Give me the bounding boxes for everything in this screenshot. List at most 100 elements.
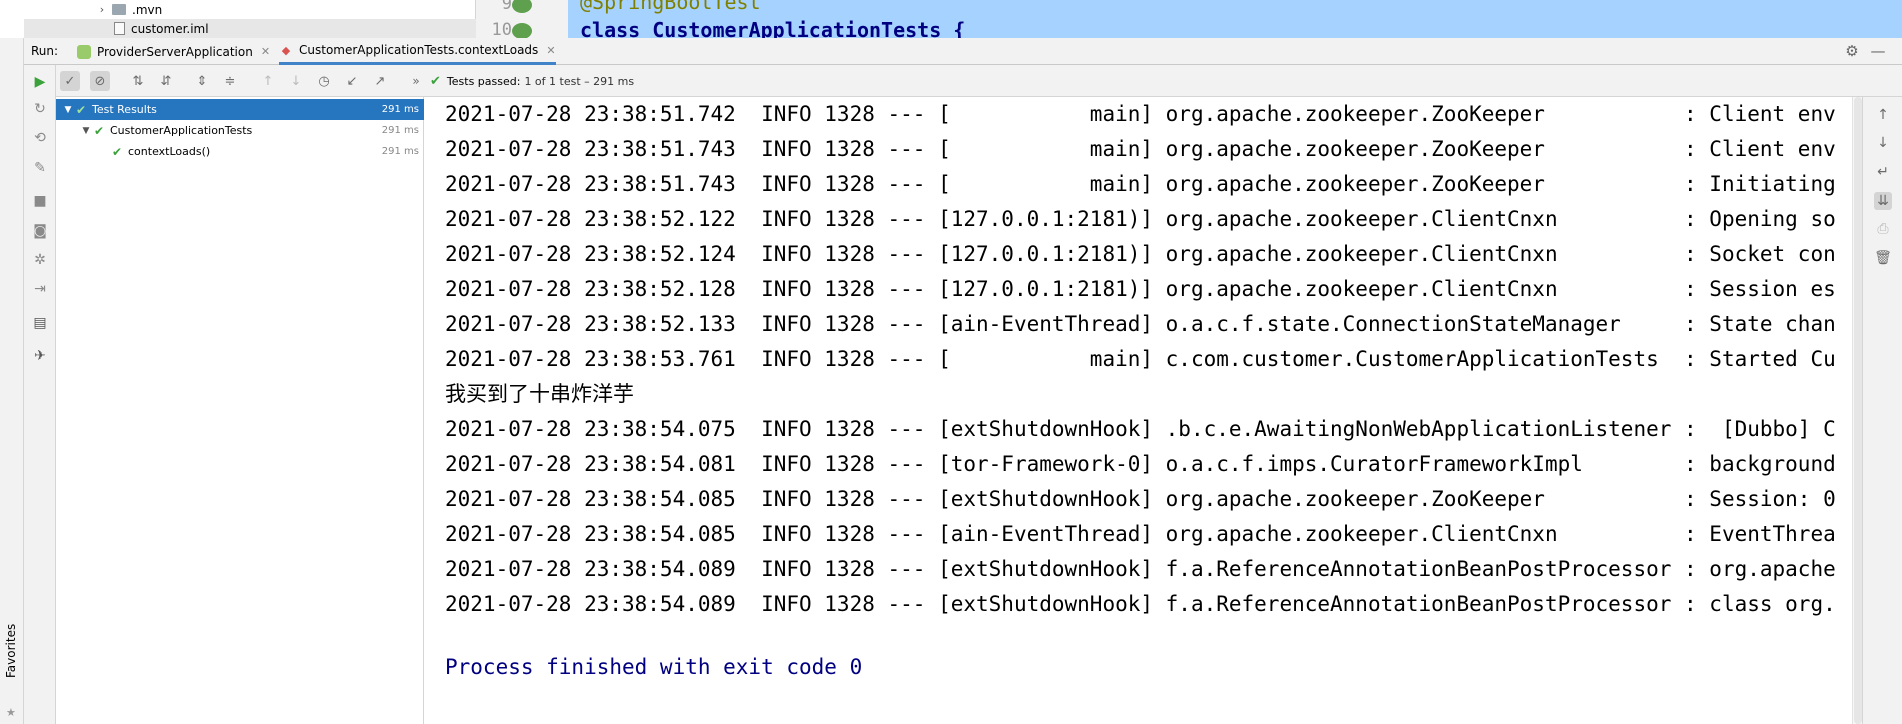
code-line: @SpringBootTest (580, 0, 761, 14)
console-line: 我买到了十串炸洋芋 (445, 382, 634, 406)
chevron-down-icon[interactable]: ▼ (80, 126, 92, 136)
test-label: contextLoads() (128, 145, 211, 158)
chevron-right-icon[interactable]: › (96, 3, 108, 16)
export-tests-icon[interactable]: ↗ (370, 71, 390, 91)
test-label: Test Results (92, 103, 157, 116)
import-tests-icon[interactable]: ↙ (342, 71, 362, 91)
code-editor[interactable]: 9 10 @SpringBootTest class CustomerAppli… (476, 0, 1902, 42)
toggle-auto-test-icon[interactable]: ⟲ (32, 130, 48, 146)
run-test-icon[interactable] (512, 23, 532, 39)
favorites-tab[interactable]: Favorites (4, 608, 18, 678)
test-duration: 291 ms (381, 125, 419, 136)
spring-bean-icon[interactable] (512, 0, 532, 13)
chevron-down-icon[interactable]: ▼ (62, 105, 74, 115)
test-status: ✔ Tests passed: 1 of 1 test – 291 ms (430, 74, 634, 89)
arrow-down-icon[interactable]: ↓ (1874, 134, 1892, 152)
console-line: 2021-07-28 23:38:54.085 INFO 1328 --- [e… (445, 487, 1836, 511)
test-label: CustomerApplicationTests (110, 124, 253, 137)
editor-code-area[interactable]: @SpringBootTest class CustomerApplicatio… (568, 0, 1902, 42)
wrench-icon[interactable]: ✎ (32, 160, 48, 176)
check-icon: ✔ (75, 102, 87, 117)
gear-icon[interactable]: ⚙ (1844, 42, 1860, 60)
tab-label: ProviderServerApplication (97, 44, 253, 59)
tab-customer-application-tests[interactable]: ◆ CustomerApplicationTests.contextLoads … (279, 38, 556, 65)
pin-icon[interactable]: ✈ (32, 348, 48, 364)
check-icon: ✔ (430, 74, 441, 89)
console-line: 2021-07-28 23:38:54.085 INFO 1328 --- [a… (445, 522, 1836, 546)
console-scrollbar[interactable] (1852, 97, 1862, 724)
console-line: 2021-07-28 23:38:52.122 INFO 1328 --- [1… (445, 207, 1836, 231)
console-line: 2021-07-28 23:38:54.075 INFO 1328 --- [e… (445, 417, 1836, 441)
arrow-up-icon[interactable]: ↑ (258, 71, 278, 91)
collapse-all-icon[interactable]: ≑ (220, 71, 240, 91)
line-number: 10 (491, 20, 512, 40)
gutter-line: 9 (476, 0, 568, 20)
camera-icon[interactable]: ◙ (32, 223, 48, 239)
run-label: Run: (31, 44, 59, 58)
sort-by-duration-icon[interactable]: ⇵ (156, 71, 176, 91)
show-ignored-icon[interactable]: ⊘ (90, 71, 110, 91)
run-tool-header: Run: ProviderServerApplication ✕ ◆ Custo… (24, 38, 1902, 65)
stop-icon[interactable]: ■ (32, 193, 48, 209)
test-tree-row-class[interactable]: ▼ ✔ CustomerApplicationTests 291 ms (56, 120, 424, 141)
console-line: 2021-07-28 23:38:54.081 INFO 1328 --- [t… (445, 452, 1836, 476)
history-icon[interactable]: ◷ (314, 71, 334, 91)
scrollbar-thumb[interactable] (1854, 97, 1862, 724)
console-output[interactable]: 2021-07-28 23:38:51.742 INFO 1328 --- [ … (425, 97, 1852, 724)
console-line: 2021-07-28 23:38:52.133 INFO 1328 --- [a… (445, 312, 1836, 336)
console-line: 2021-07-28 23:38:51.742 INFO 1328 --- [ … (445, 102, 1836, 126)
line-number: 9 (501, 0, 512, 14)
test-results-tree: ▼ ✔ Test Results 291 ms ▼ ✔ CustomerAppl… (56, 97, 424, 724)
tree-item-label: .mvn (132, 2, 163, 17)
left-tool-strip: Favorites ★ (0, 38, 24, 724)
project-tree: › .mvn customer.iml (24, 0, 476, 38)
layout-icon[interactable]: ▤ (32, 315, 48, 331)
sort-alphabetically-icon[interactable]: ⇅ (128, 71, 148, 91)
star-icon: ★ (6, 706, 16, 719)
test-tree-row-root[interactable]: ▼ ✔ Test Results 291 ms (56, 99, 424, 120)
console-line: 2021-07-28 23:38:51.743 INFO 1328 --- [ … (445, 137, 1836, 161)
tab-provider-server-application[interactable]: ProviderServerApplication ✕ (77, 38, 270, 65)
close-icon[interactable]: ✕ (261, 45, 270, 58)
arrow-up-icon[interactable]: ↑ (1874, 106, 1892, 124)
check-icon: ✔ (93, 123, 105, 138)
more-icon[interactable]: » (406, 71, 426, 91)
rerun-failed-icon[interactable]: ↻ (32, 101, 48, 117)
tree-item-iml[interactable]: customer.iml (24, 19, 476, 38)
console-action-bar: ↑ ↓ ↵ ⇊ ⎙ 🗑 (1862, 97, 1902, 724)
scroll-to-end-icon[interactable]: ⇊ (1874, 192, 1892, 210)
console-line: 2021-07-28 23:38:54.089 INFO 1328 --- [e… (445, 557, 1836, 581)
test-duration: 291 ms (381, 104, 419, 115)
junit-icon: ◆ (281, 43, 291, 57)
print-icon[interactable]: ⎙ (1874, 220, 1892, 238)
console-line: 2021-07-28 23:38:52.128 INFO 1328 --- [1… (445, 277, 1836, 301)
spring-boot-icon (77, 44, 91, 59)
close-icon[interactable]: ✕ (546, 44, 555, 57)
exit-message: Process finished with exit code 0 (445, 655, 863, 679)
test-duration: 291 ms (381, 146, 419, 157)
bug-icon[interactable]: ✲ (32, 252, 48, 268)
tree-item-mvn[interactable]: › .mvn (96, 0, 162, 19)
expand-all-icon[interactable]: ⇕ (192, 71, 212, 91)
folder-icon (112, 4, 126, 15)
file-icon (114, 22, 125, 35)
console-line: 2021-07-28 23:38:53.761 INFO 1328 --- [ … (445, 347, 1836, 371)
minimize-icon[interactable]: — (1870, 42, 1886, 60)
trash-icon[interactable]: 🗑 (1874, 249, 1892, 267)
show-passed-icon[interactable]: ✓ (60, 71, 80, 91)
test-tree-row-method[interactable]: ✔ contextLoads() 291 ms (56, 141, 424, 162)
arrow-down-icon[interactable]: ↓ (286, 71, 306, 91)
rerun-icon[interactable]: ▶ (32, 74, 48, 90)
top-strip: › .mvn customer.iml 9 10 @SpringBootTest… (0, 0, 1902, 42)
check-icon: ✔ (111, 144, 123, 159)
tree-item-label: customer.iml (131, 21, 209, 36)
status-passed-text: Tests passed: (446, 75, 521, 88)
soft-wrap-icon[interactable]: ↵ (1874, 163, 1892, 181)
status-detail-text: 1 of 1 test – 291 ms (524, 75, 635, 88)
exit-icon[interactable]: ⇥ (32, 281, 48, 297)
editor-gutter: 9 10 (476, 0, 568, 40)
console-line: 2021-07-28 23:38:54.089 INFO 1328 --- [e… (445, 592, 1836, 616)
console-line: 2021-07-28 23:38:52.124 INFO 1328 --- [1… (445, 242, 1836, 266)
test-toolbar: ✓ ⊘ ⇅ ⇵ ⇕ ≑ ↑ ↓ ◷ ↙ ↗ » ✔ Tests passed: … (56, 65, 1902, 97)
run-action-bar: ▶ ↻ ⟲ ✎ ■ ◙ ✲ ⇥ ▤ ✈ (24, 65, 56, 724)
